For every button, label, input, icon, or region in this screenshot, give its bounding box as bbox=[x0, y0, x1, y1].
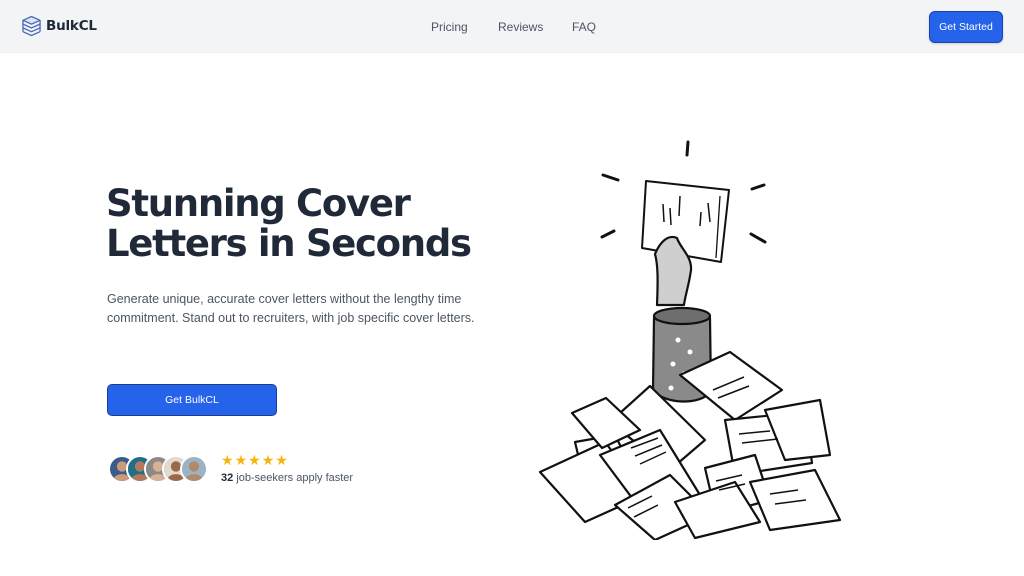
star-icon: ★ bbox=[275, 452, 288, 468]
nav-link-faq[interactable]: FAQ bbox=[572, 19, 596, 35]
hero-description: Generate unique, accurate cover letters … bbox=[107, 292, 475, 325]
site-header: BulkCL Pricing Reviews FAQ Get Started bbox=[0, 0, 1024, 53]
star-icon: ★ bbox=[234, 452, 248, 468]
avatar bbox=[180, 455, 208, 483]
star-icon: ★ bbox=[261, 452, 275, 468]
main-nav: Pricing Reviews FAQ bbox=[0, 19, 1024, 35]
get-bulkcl-button[interactable]: Get BulkCL bbox=[107, 384, 277, 416]
job-seeker-count: 32 bbox=[221, 472, 234, 484]
paper-pile bbox=[538, 350, 842, 540]
hero-title-line-2: Letters in Seconds bbox=[106, 222, 472, 265]
raised-paper bbox=[641, 180, 730, 263]
hero-title: Stunning Cover Letters in Seconds bbox=[106, 184, 526, 264]
hero-title-line-1: Stunning Cover bbox=[106, 182, 411, 225]
star-icon: ★ bbox=[248, 452, 261, 468]
nav-link-pricing[interactable]: Pricing bbox=[431, 19, 468, 35]
hero-illustration bbox=[538, 140, 842, 540]
star-icon: ★ bbox=[221, 452, 234, 468]
star-rating: ★ ★ ★ ★ ★ bbox=[221, 452, 288, 468]
get-started-button[interactable]: Get Started bbox=[929, 11, 1003, 43]
nav-link-reviews[interactable]: Reviews bbox=[498, 19, 543, 35]
social-proof-label: job-seekers apply faster bbox=[236, 472, 354, 484]
social-proof-text: 32 job-seekers apply faster bbox=[221, 471, 353, 485]
avatar-group bbox=[108, 455, 218, 484]
